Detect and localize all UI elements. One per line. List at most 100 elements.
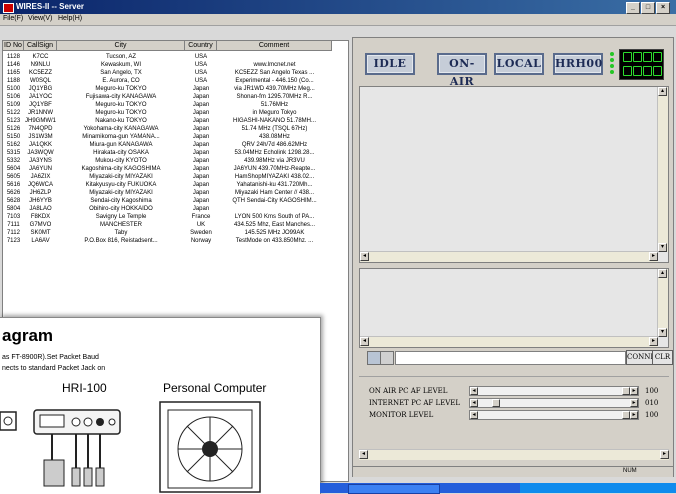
table-row[interactable]: 7112 SK0MT Taby Sweden 145.525 MHz JO99AK bbox=[3, 229, 348, 237]
scroll-up-arrow-icon[interactable]: ▴ bbox=[658, 269, 667, 278]
table-row[interactable]: 7103 F8KDX Savigny Le Temple France LYON 500… bbox=[3, 213, 348, 221]
cell-id: 5605 bbox=[6, 174, 21, 180]
table-row[interactable]: 5616 JQ6WCA Kitakyusyu-city FUKUOKA Japan Ya… bbox=[3, 181, 348, 189]
horizontal-scrollbar[interactable]: ◂ ▸ bbox=[360, 251, 658, 262]
col-header-country[interactable]: Country bbox=[185, 41, 217, 51]
menu-file[interactable]: File(F) bbox=[3, 15, 23, 22]
slider-right-arrow-icon[interactable]: ▸ bbox=[630, 387, 638, 395]
monitor-level-slider[interactable]: ◂ ▸ bbox=[469, 410, 639, 420]
cell-city: Nakano-ku TOKYO bbox=[95, 118, 147, 124]
cell-callsign: JA6ZIX bbox=[30, 174, 51, 180]
horizontal-scrollbar[interactable]: ◂ ▸ bbox=[360, 336, 658, 347]
table-row[interactable]: 1188 W0SQL E. Aurora, CO USA Experimental - … bbox=[3, 77, 348, 85]
log-area[interactable]: ▴ ▾ ◂ ▸ bbox=[359, 86, 669, 263]
local-button[interactable]: LOCAL bbox=[494, 53, 544, 75]
maximize-button[interactable]: □ bbox=[641, 2, 655, 14]
table-row[interactable]: 5150 JS1W3M Minamikoma-gun YAMANA... Japan 4… bbox=[3, 133, 348, 141]
monitor-level-value: 100 bbox=[645, 411, 659, 419]
onair-button[interactable]: ON-AIR bbox=[437, 53, 487, 88]
slider-left-arrow-icon[interactable]: ◂ bbox=[470, 399, 478, 407]
cell-callsign: JQ1YBG bbox=[28, 86, 53, 92]
table-row[interactable]: 1128 K7CC Tucson, AZ USA bbox=[3, 53, 348, 61]
slider-thumb[interactable] bbox=[492, 399, 501, 407]
cell-city: Meguro-ku TOKYO bbox=[95, 86, 147, 92]
table-row[interactable]: 5100 JQ1YBG Meguro-ku TOKYO Japan via JR1WD … bbox=[3, 85, 348, 93]
scroll-down-arrow-icon[interactable]: ▾ bbox=[658, 328, 667, 337]
onair-level-slider[interactable]: ◂ ▸ bbox=[469, 386, 639, 396]
led-digit bbox=[653, 52, 662, 62]
table-row[interactable]: 5315 JA3WQW Hirakata-city OSAKA Japan 53.04M… bbox=[3, 149, 348, 157]
cell-city: Hirakata-city OSAKA bbox=[93, 150, 149, 156]
table-row[interactable]: 5126 7N4QPD Yokohama-city KANAGAWA Japan 51.… bbox=[3, 125, 348, 133]
slider-thumb[interactable] bbox=[622, 411, 630, 419]
scroll-right-arrow-icon[interactable]: ▸ bbox=[649, 337, 658, 346]
cell-id: 7123 bbox=[6, 238, 21, 244]
scroll-up-arrow-icon[interactable]: ▴ bbox=[658, 87, 667, 96]
minimize-button[interactable]: _ bbox=[626, 2, 640, 14]
table-row[interactable]: 5106 JA1YOC Fujisawa-city KANAGAWA Japan Sho… bbox=[3, 93, 348, 101]
cell-country: Japan bbox=[192, 142, 210, 148]
slider-thumb[interactable] bbox=[622, 387, 630, 395]
cell-country: Japan bbox=[192, 158, 210, 164]
cell-callsign: 7N4QPD bbox=[28, 126, 53, 132]
table-row[interactable]: 1165 KC5EZZ San Angelo, TX USA KC5EZZ San An… bbox=[3, 69, 348, 77]
internet-level-slider[interactable]: ◂ ▸ bbox=[469, 398, 639, 408]
cell-city: Savigny Le Temple bbox=[95, 214, 147, 220]
num-lock-indicator: NUM bbox=[623, 468, 637, 474]
cell-id: 5150 bbox=[6, 134, 21, 140]
menu-help[interactable]: Help(H) bbox=[58, 15, 82, 22]
cell-id: 1165 bbox=[7, 70, 20, 76]
scroll-left-arrow-icon[interactable]: ◂ bbox=[360, 337, 369, 346]
menu-view[interactable]: View(V) bbox=[28, 15, 52, 22]
pencil-icon[interactable] bbox=[367, 351, 381, 365]
cell-id: 1128 bbox=[7, 54, 20, 60]
table-row[interactable]: 5626 JH6ZLP Miyazaki-city MIYAZAKI Japan Miy… bbox=[3, 189, 348, 197]
taskbar bbox=[320, 483, 676, 494]
horizontal-scrollbar[interactable]: ◂ ▸ bbox=[359, 449, 669, 460]
cell-comment: HIGASHI-NAKANO 51.78MH... bbox=[232, 118, 317, 124]
table-row[interactable]: 5162 JA1QKK Miura-gun KANAGAWA Japan QRV 24h… bbox=[3, 141, 348, 149]
col-header-id[interactable]: ID No bbox=[3, 41, 24, 51]
cell-country: USA bbox=[194, 54, 208, 60]
slider-right-arrow-icon[interactable]: ▸ bbox=[630, 411, 638, 419]
col-header-comment[interactable]: Comment bbox=[217, 41, 332, 51]
scroll-left-arrow-icon[interactable]: ◂ bbox=[359, 450, 368, 459]
attach-icon[interactable] bbox=[380, 351, 394, 365]
status-led bbox=[610, 70, 614, 74]
table-row[interactable]: 5804 JA8LAO Obihiro-city HOKKAIDO Japan bbox=[3, 205, 348, 213]
slider-left-arrow-icon[interactable]: ◂ bbox=[470, 387, 478, 395]
cell-city: Yokohama-city KANAGAWA bbox=[83, 126, 159, 132]
table-row[interactable]: 7111 G7MVO MANCHESTER UK 434.525 Mhz, East M… bbox=[3, 221, 348, 229]
slider-right-arrow-icon[interactable]: ▸ bbox=[630, 399, 638, 407]
cell-comment: Miyazaki Ham Center // 438... bbox=[234, 190, 315, 196]
table-row[interactable]: 5332 JA3YNS Mukou-city KYOTO Japan 439.98MHz… bbox=[3, 157, 348, 165]
table-row[interactable]: 5109 JQ1YBF Meguro-ku TOKYO Japan 51.76MHz bbox=[3, 101, 348, 109]
table-row[interactable]: 1146 N9NLU Kewaskum, WI USA www.lmcnet.net bbox=[3, 61, 348, 69]
vertical-scrollbar[interactable]: ▴ ▾ bbox=[657, 269, 668, 337]
cell-country: Japan bbox=[192, 118, 210, 124]
cell-city: Kewaskum, WI bbox=[100, 62, 141, 68]
table-row[interactable]: 5604 JA6YUN Kagoshima-city KAGOSHIMA Japan J… bbox=[3, 165, 348, 173]
col-header-callsign[interactable]: CallSign bbox=[24, 41, 57, 51]
scroll-down-arrow-icon[interactable]: ▾ bbox=[658, 243, 667, 252]
close-button[interactable]: × bbox=[656, 2, 670, 14]
scroll-left-arrow-icon[interactable]: ◂ bbox=[360, 252, 369, 261]
message-input[interactable] bbox=[395, 351, 626, 365]
clear-button[interactable]: CLR bbox=[652, 350, 673, 365]
message-area[interactable]: ▴ ▾ ◂ ▸ bbox=[359, 268, 669, 348]
cell-comment: 51.76MHz bbox=[260, 102, 289, 108]
table-row[interactable]: 5628 JH6YYB Sendai-city Kagoshima Japan QTH … bbox=[3, 197, 348, 205]
table-row[interactable]: 7123 LA6AV P.O.Box 816, Reistadsent... Norw… bbox=[3, 237, 348, 245]
idle-button[interactable]: IDLE bbox=[365, 53, 415, 75]
table-row[interactable]: 5605 JA6ZIX Miyazaki-city MIYAZAKI Japan Ham… bbox=[3, 173, 348, 181]
table-row[interactable]: 5123 JH9GMW/1 Nakano-ku TOKYO Japan HIGASHI-… bbox=[3, 117, 348, 125]
col-header-city[interactable]: City bbox=[57, 41, 185, 51]
scroll-right-arrow-icon[interactable]: ▸ bbox=[649, 252, 658, 261]
cell-callsign: JQ1YBF bbox=[29, 102, 52, 108]
scroll-right-arrow-icon[interactable]: ▸ bbox=[660, 450, 669, 459]
slider-left-arrow-icon[interactable]: ◂ bbox=[470, 411, 478, 419]
hrh-button[interactable]: HRH00 bbox=[553, 53, 603, 75]
table-row[interactable]: 5122 JR1NNW Meguro-ku TOKYO Japan in Meguro … bbox=[3, 109, 348, 117]
app-icon bbox=[3, 3, 14, 13]
vertical-scrollbar[interactable]: ▴ ▾ bbox=[657, 87, 668, 252]
